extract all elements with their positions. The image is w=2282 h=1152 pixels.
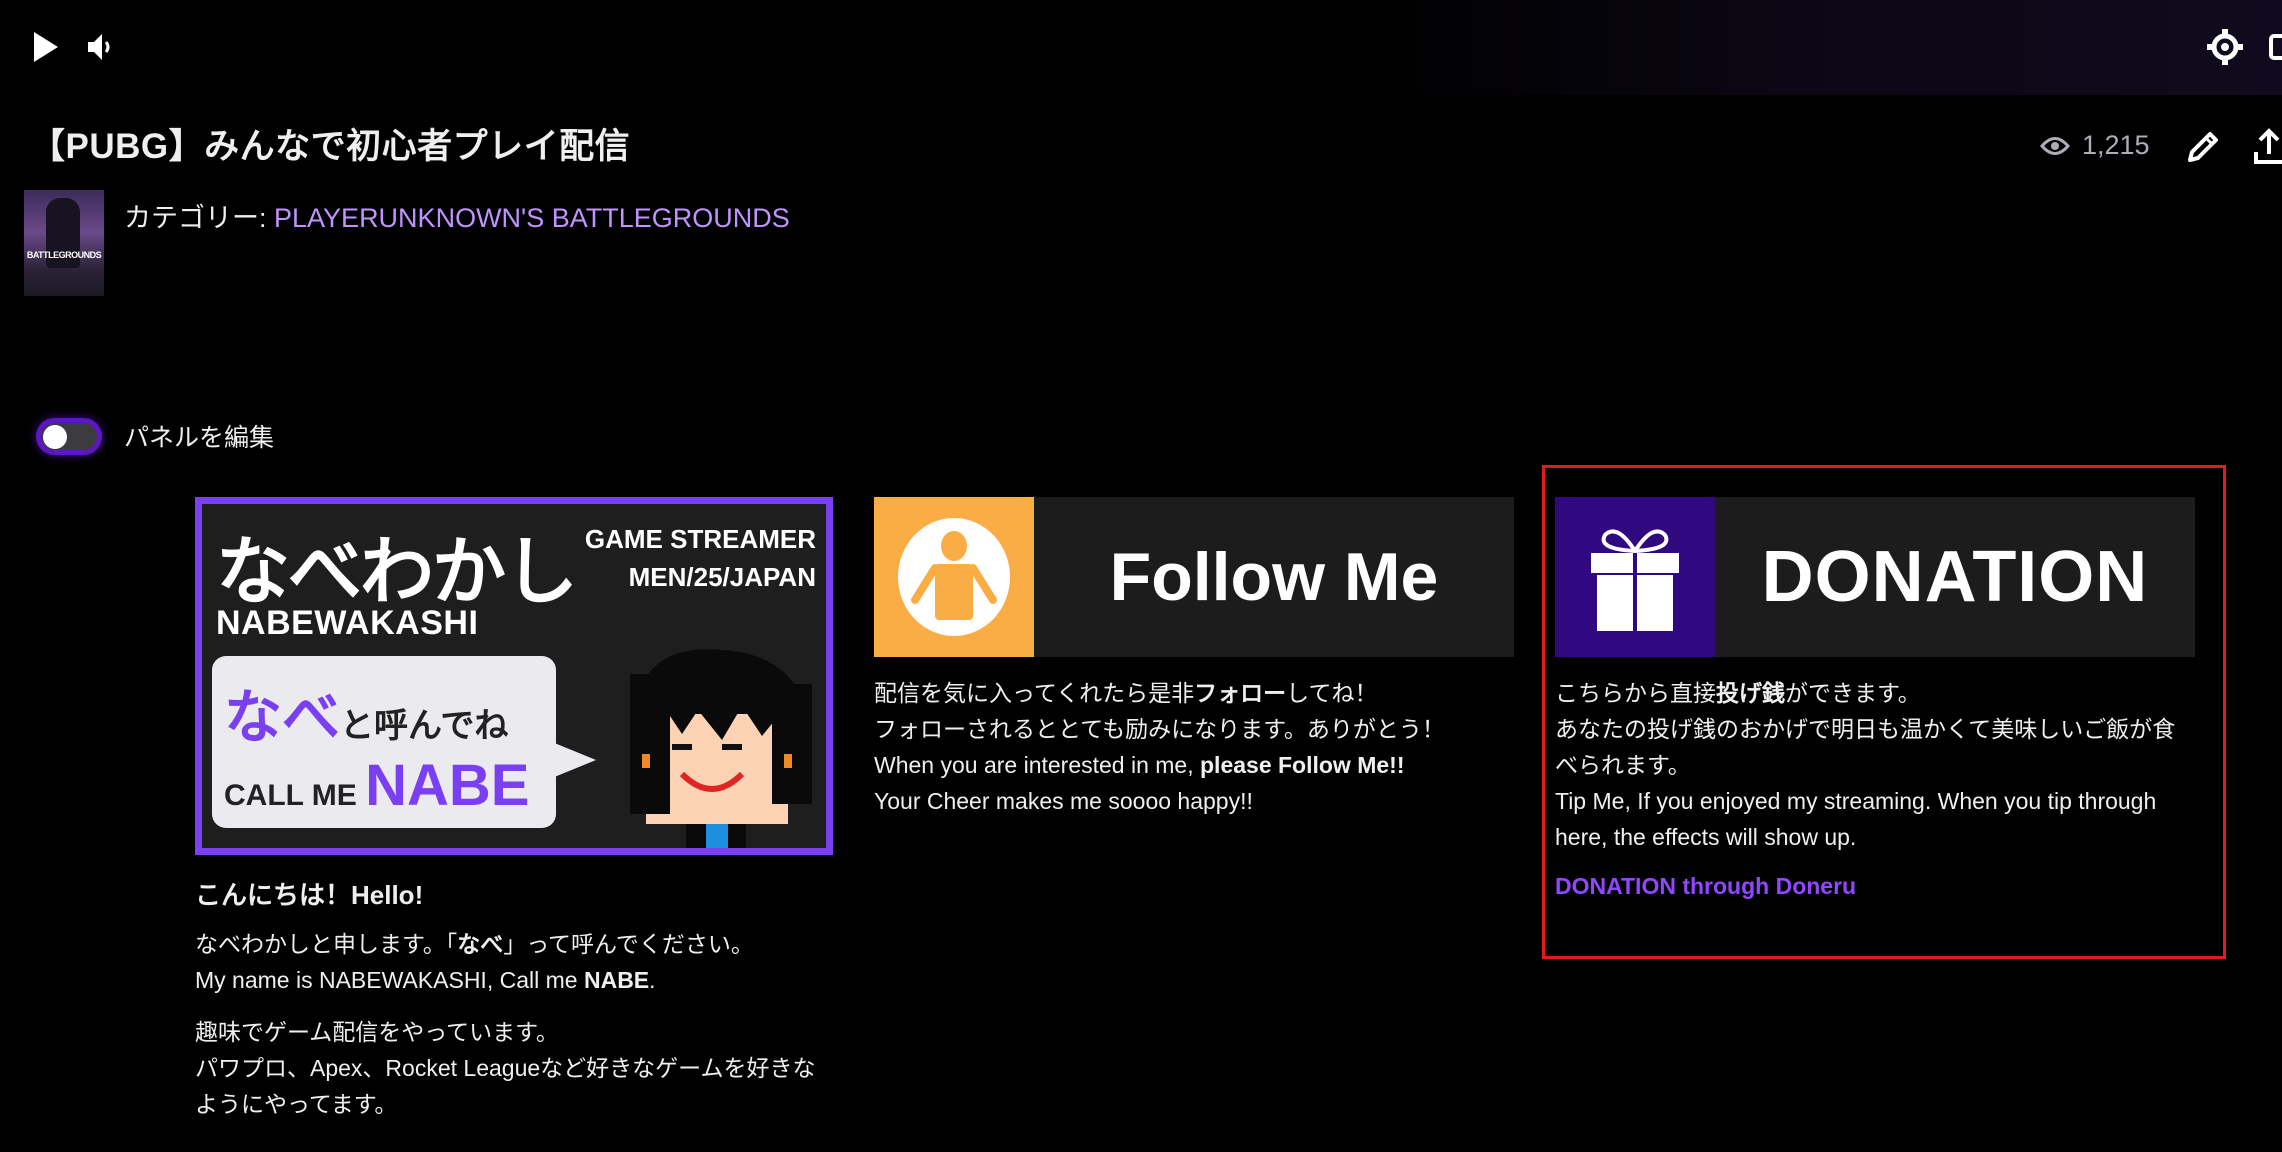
bubble-call-en: CALL ME bbox=[224, 779, 366, 812]
bubble-nabe-jp: なべ bbox=[224, 685, 341, 750]
follow-description: 配信を気に入ってくれたら是非フォローしてね！ フォローされるととても励みになりま… bbox=[874, 675, 1514, 819]
pencil-icon bbox=[2188, 132, 2218, 162]
follow-line-1: 配信を気に入ってくれたら是非フォローしてね！ bbox=[874, 675, 1514, 711]
text: こちらから直接 bbox=[1555, 680, 1716, 706]
category-thumbnail[interactable]: BATTLEGROUNDS bbox=[24, 190, 104, 296]
panel-heading: こんにちは！Hello! bbox=[195, 880, 424, 910]
bubble-line-2: CALL ME NABE bbox=[224, 752, 529, 819]
banner-role: GAME STREAMER MEN/25/JAPAN bbox=[585, 520, 816, 596]
category-link[interactable]: PLAYERUNKNOWN'S BATTLEGROUNDS bbox=[274, 203, 790, 233]
banner-role-line1: GAME STREAMER bbox=[584, 524, 816, 554]
hobby-line-1: 趣味でゲーム配信をやっています。 bbox=[195, 1019, 559, 1045]
gear-icon bbox=[2207, 29, 2243, 65]
bold-text: なべ bbox=[457, 931, 504, 957]
donation-banner-image[interactable]: DONATION bbox=[1555, 497, 2195, 657]
follow-banner-image[interactable]: Follow Me bbox=[874, 497, 1514, 657]
donation-icon-box bbox=[1555, 497, 1715, 657]
viewer-count: 1,215 bbox=[2082, 130, 2150, 160]
donation-banner-text: DONATION bbox=[1715, 497, 2195, 657]
panel-donation: DONATION こちらから直接投げ銭ができます。 あなたの投げ銭のおかげで明日… bbox=[1555, 497, 2195, 900]
donation-line-1: こちらから直接投げ銭ができます。 bbox=[1555, 675, 2195, 711]
play-icon bbox=[34, 32, 58, 62]
donation-description: こちらから直接投げ銭ができます。 あなたの投げ銭のおかげで明日も温かくて美味しい… bbox=[1555, 675, 2195, 855]
eye-icon bbox=[2040, 136, 2070, 155]
theater-mode-icon bbox=[2269, 34, 2282, 60]
intro-line-jp: なべわかしと申します。「なべ」って呼んでください。 bbox=[195, 926, 835, 962]
intro-line-en: My name is NABEWAKASHI, Call me NABE. bbox=[195, 962, 835, 998]
toggle-knob bbox=[43, 425, 67, 449]
text: My name is NABEWAKASHI, Call me bbox=[195, 967, 584, 993]
pixel-avatar-icon bbox=[630, 649, 812, 848]
text: . bbox=[649, 967, 656, 993]
player-controls-bar bbox=[0, 0, 2282, 95]
follow-line-3: When you are interested in me, please Fo… bbox=[874, 747, 1514, 783]
text: してね！ bbox=[1286, 680, 1378, 706]
bold-text: 投げ銭 bbox=[1716, 680, 1785, 706]
text: 」って呼んでください。 bbox=[503, 931, 754, 957]
bubble-line-1: なべと呼んでね bbox=[224, 670, 508, 754]
category-line: カテゴリー: PLAYERUNKNOWN'S BATTLEGROUNDS bbox=[124, 196, 790, 235]
person-icon bbox=[898, 518, 1010, 636]
bold-text: フォロー bbox=[1194, 680, 1287, 706]
hobby-paragraph: 趣味でゲーム配信をやっています。 パワプロ、Apex、Rocket League… bbox=[195, 1014, 835, 1122]
text: なべわかしと申します。「 bbox=[195, 931, 458, 957]
text: 配信を気に入ってくれたら是非 bbox=[874, 680, 1195, 706]
speech-bubble: なべと呼んでね CALL ME NABE bbox=[212, 656, 596, 828]
category-label: カテゴリー: bbox=[124, 203, 275, 233]
bold-text: NABE bbox=[583, 967, 650, 993]
play-button[interactable] bbox=[30, 30, 62, 64]
intro-paragraph: なべわかしと申します。「なべ」って呼んでください。 My name is NAB… bbox=[195, 926, 835, 998]
donation-link[interactable]: DONATION through Doneru bbox=[1555, 873, 2195, 900]
panel-profile: なべわかし NABEWAKASHI GAME STREAMER MEN/25/J… bbox=[195, 497, 835, 1122]
edit-stream-info-button[interactable] bbox=[2184, 128, 2222, 166]
gift-icon bbox=[1591, 529, 1679, 631]
bold-text: please Follow Me!! bbox=[1200, 752, 1405, 778]
donation-line-2: あなたの投げ銭のおかげで明日も温かくて美味しいご飯が食べられます。 bbox=[1555, 716, 2176, 778]
settings-button[interactable] bbox=[2205, 27, 2245, 67]
follow-line-4: Your Cheer makes me soooo happy!! bbox=[874, 788, 1253, 814]
stream-title: 【PUBG】みんなで初心者プレイ配信 bbox=[30, 127, 631, 166]
banner-name-jp: なべわかし bbox=[216, 530, 578, 613]
theater-mode-button[interactable] bbox=[2268, 30, 2282, 64]
edit-panels-label: パネルを編集 bbox=[124, 424, 275, 452]
share-button[interactable] bbox=[2252, 126, 2282, 166]
viewer-stats: 1,215 bbox=[2040, 130, 2150, 161]
donation-line-3: Tip Me, If you enjoyed my streaming. Whe… bbox=[1555, 788, 2157, 850]
banner-name-en: NABEWAKASHI bbox=[216, 604, 479, 642]
panel-follow: Follow Me 配信を気に入ってくれたら是非フォローしてね！ フォローされる… bbox=[874, 497, 1514, 819]
text: ができます。 bbox=[1785, 680, 1921, 706]
thumbnail-brand-text: BATTLEGROUNDS bbox=[26, 250, 102, 260]
text: When you are interested in me, bbox=[874, 752, 1200, 778]
bubble-nabe-en: NABE bbox=[365, 753, 530, 818]
follow-banner-text: Follow Me bbox=[1034, 497, 1514, 657]
edit-panels-toggle[interactable] bbox=[36, 418, 102, 455]
volume-button[interactable] bbox=[86, 30, 118, 64]
follow-line-2: フォローされるととても励みになります。ありがとう！ bbox=[874, 716, 1445, 742]
hobby-line-2: パワプロ、Apex、Rocket Leagueなど好きなゲームを好きなようにやっ… bbox=[195, 1055, 816, 1117]
bubble-call-jp: と呼んでね bbox=[340, 707, 509, 745]
banner-role-line2: MEN/25/JAPAN bbox=[628, 562, 816, 592]
share-icon bbox=[2254, 128, 2282, 164]
volume-icon bbox=[88, 34, 110, 60]
follow-icon-box bbox=[874, 497, 1034, 657]
profile-banner-image: なべわかし NABEWAKASHI GAME STREAMER MEN/25/J… bbox=[195, 497, 833, 855]
